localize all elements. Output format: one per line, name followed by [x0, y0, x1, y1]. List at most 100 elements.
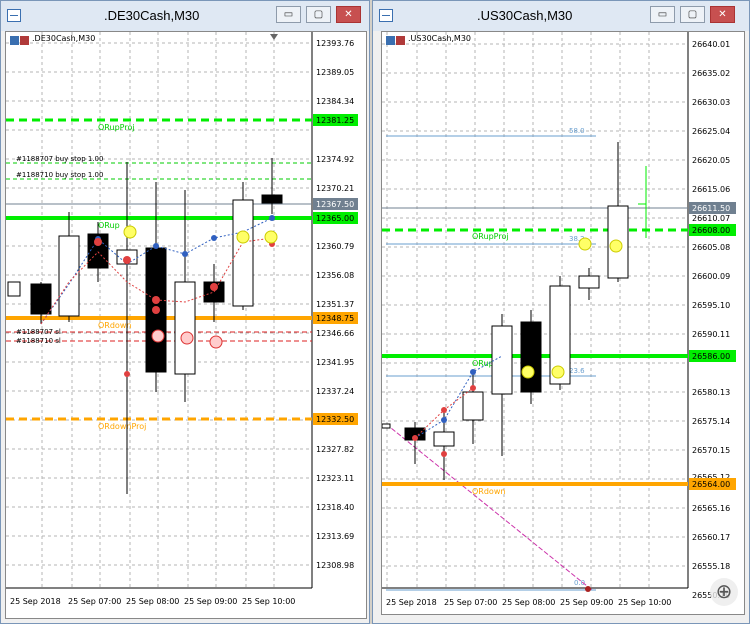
candle: [578, 275, 600, 289]
sell-marker-icon: [123, 256, 131, 264]
price-tick: 26605.08: [692, 243, 730, 252]
window-title: .US30Cash,M30: [477, 8, 573, 23]
sell-marker-icon: [94, 238, 102, 246]
chart-symbol-icon: [386, 36, 405, 45]
price-badge-text: 12367.50: [316, 200, 354, 209]
price-tick: 12389.05: [316, 68, 354, 77]
time-axis: 25 Sep 2018 25 Sep 07:00 25 Sep 08:00 25…: [10, 597, 295, 606]
candle: [382, 423, 391, 429]
fib-label-58: 58.0: [569, 127, 585, 135]
price-tick: 26580.13: [692, 388, 730, 397]
sell-marker-icon: [585, 586, 591, 592]
price-tick: 12356.08: [316, 271, 354, 280]
buy-marker-icon: [441, 417, 447, 423]
thumbs-up-icon: [123, 225, 137, 239]
time-tick: 25 Sep 07:00: [444, 598, 497, 607]
buy-marker-icon: [153, 243, 159, 249]
thumbs-up-icon: [578, 237, 592, 251]
price-tick: 12323.11: [316, 474, 354, 483]
sl-label-1: #1188707 sl: [16, 328, 61, 336]
sell-marker-icon: [441, 407, 447, 413]
price-chart[interactable]: 58.0 38.2 23.6 0.0 ORupProj ORup ORdown: [381, 31, 745, 615]
price-badge-text: 12365.00: [316, 214, 354, 223]
candle: [462, 391, 484, 421]
time-tick: 25 Sep 2018: [386, 598, 437, 607]
time-tick: 25 Sep 08:00: [126, 597, 179, 606]
sell-marker-icon: [152, 306, 160, 314]
sell-marker-icon: [124, 371, 130, 377]
us30-chart-window[interactable]: .US30Cash,M30 ▭ ▢ ✕ 58.0 38.2 23.6 0.0 O…: [372, 0, 750, 624]
buy-marker-icon: [211, 235, 217, 241]
price-badge-text: 26608.00: [692, 226, 730, 235]
restore-button[interactable]: ▢: [306, 6, 331, 23]
candle: [261, 194, 283, 204]
price-tick: 26575.14: [692, 417, 730, 426]
orup-label: ORup: [98, 221, 120, 230]
close-button[interactable]: ✕: [336, 6, 361, 23]
price-tick: 12327.82: [316, 445, 354, 454]
restore-button[interactable]: ▢: [680, 6, 705, 23]
candle: [491, 325, 513, 395]
time-tick: 25 Sep 09:00: [184, 597, 237, 606]
price-tick: 12351.37: [316, 300, 354, 309]
candles: [382, 142, 647, 480]
price-badge-text: 26611.50: [692, 204, 730, 213]
chart-window-icon: [379, 9, 393, 22]
price-badge-text: 12332.50: [316, 415, 354, 424]
candle: [7, 281, 21, 297]
price-badge-text: 12348.75: [316, 314, 354, 323]
price-tick: 12360.79: [316, 242, 354, 251]
buy-marker-icon: [470, 369, 476, 375]
ordown-label: ORdown: [472, 487, 505, 496]
candle: [433, 431, 455, 447]
sell-marker-icon: [210, 283, 218, 291]
price-badge-text: 26564.00: [692, 480, 730, 489]
thumbs-down-icon: [209, 335, 223, 349]
minimize-button[interactable]: ▭: [276, 6, 301, 23]
minimize-button[interactable]: ▭: [650, 6, 675, 23]
time-tick: 25 Sep 10:00: [242, 597, 295, 606]
title-bar[interactable]: .US30Cash,M30 ▭ ▢ ✕: [373, 1, 749, 31]
price-chart[interactable]: ORupProj #1188707 buy stop 1.00 #1188710…: [5, 31, 367, 619]
time-tick: 25 Sep 07:00: [68, 597, 121, 606]
price-tick: 12337.24: [316, 387, 354, 396]
price-badge-text: 26586.00: [692, 352, 730, 361]
sell-marker-icon: [412, 435, 418, 441]
price-tick: 26595.10: [692, 301, 730, 310]
de30-chart-window[interactable]: .DE30Cash,M30 ▭ ▢ ✕ ORupProj #1188707 bu…: [0, 0, 370, 624]
title-bar[interactable]: .DE30Cash,M30 ▭ ▢ ✕: [1, 1, 369, 31]
sl-label-2: #1188710 sl: [16, 337, 61, 345]
time-tick: 25 Sep 09:00: [560, 598, 613, 607]
time-tick: 25 Sep 2018: [10, 597, 61, 606]
price-tick: 12308.98: [316, 561, 354, 570]
buy-marker-icon: [182, 251, 188, 257]
window-title: .DE30Cash,M30: [104, 8, 200, 23]
chart-canvas[interactable]: ORupProj #1188707 buy stop 1.00 #1188710…: [6, 32, 367, 619]
price-tick: 26640.01: [692, 40, 730, 49]
price-tick: 26630.03: [692, 98, 730, 107]
fib-label-23: 23.6: [569, 367, 585, 375]
shift-marker-icon: [270, 34, 278, 40]
price-tick: 12393.76: [316, 39, 354, 48]
ordown-label: ORdown: [98, 321, 131, 330]
thumbs-up-icon: [609, 239, 623, 253]
price-tick: 12346.66: [316, 329, 354, 338]
candle: [520, 321, 542, 393]
candle: [30, 283, 52, 315]
thumbs-up-icon: [236, 230, 250, 244]
thumbs-up-icon: [521, 365, 535, 379]
price-tick: 12341.95: [316, 358, 354, 367]
candle: [174, 281, 196, 375]
sell-marker-icon: [152, 296, 160, 304]
thumbs-up-icon: [551, 365, 565, 379]
price-tick: 26620.05: [692, 156, 730, 165]
buy-stop-label-2: #1188710 buy stop 1.00: [16, 171, 103, 179]
thumbs-down-icon: [180, 331, 194, 345]
candles: [7, 158, 283, 494]
price-tick: 26560.17: [692, 533, 730, 542]
candle: [232, 199, 254, 307]
close-button[interactable]: ✕: [710, 6, 735, 23]
zoom-icon[interactable]: ⊕: [710, 578, 738, 606]
price-tick: 12370.21: [316, 184, 354, 193]
chart-canvas[interactable]: 58.0 38.2 23.6 0.0 ORupProj ORup ORdown: [382, 32, 745, 615]
